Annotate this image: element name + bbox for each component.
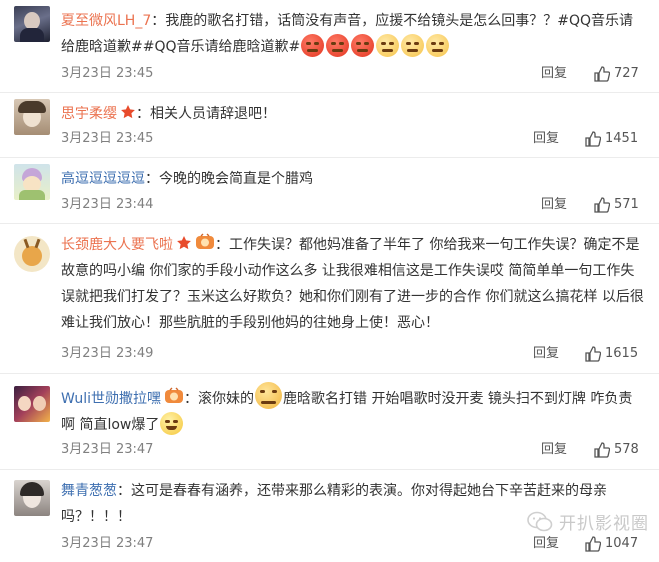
reply-button[interactable]: 回复	[541, 440, 567, 460]
comment-text: ：相关人员请辞退吧！	[136, 106, 276, 122]
like-count: 1451	[605, 131, 639, 146]
comment-meta: 3月23日 23:47 回复 578	[61, 440, 645, 460]
comment-body: 高逗逗逗逗逗：今晚的晚会简直是个腊鸡	[61, 166, 645, 192]
watermark-text: 开扒影视圈	[559, 514, 649, 534]
comment-time: 3月23日 23:45	[61, 66, 154, 81]
comment-item: 思宇柔缨 ：相关人员请辞退吧！ 3月23日 23:45 回复 1451	[0, 93, 659, 158]
emoji-angry-icon	[301, 34, 325, 57]
comment-meta: 3月23日 23:45 回复 727	[61, 64, 645, 84]
username-link[interactable]: 长颈鹿大人要飞啦	[61, 237, 173, 253]
comment-body: Wuli世勋撒拉嘿 ：滚你妹的 鹿晗歌名打错 开始唱歌时没开麦 镜头扫不到灯牌 咋负…	[61, 382, 645, 438]
comment-item: Wuli世勋撒拉嘿 ：滚你妹的 鹿晗歌名打错 开始唱歌时没开麦 镜头扫不到灯牌 咋负…	[0, 374, 659, 470]
username-link[interactable]: 思宇柔缨	[61, 106, 117, 122]
fan-badge-icon	[165, 387, 183, 403]
emoji-sad-icon	[376, 34, 400, 57]
avatar[interactable]	[14, 99, 50, 135]
like-button[interactable]: 578	[594, 440, 639, 460]
reply-button[interactable]: 回复	[533, 344, 559, 364]
like-count: 1615	[605, 346, 639, 361]
comment-time: 3月23日 23:45	[61, 131, 154, 146]
like-button[interactable]: 571	[594, 195, 639, 215]
comment-item: 夏至微风LH_7：我鹿的歌名打错，话筒没有声音，应援不给镜头是怎么回事？？#QQ…	[0, 0, 659, 93]
emoji-grimace-icon	[255, 382, 282, 409]
avatar[interactable]	[14, 480, 50, 516]
thumbs-up-icon	[594, 442, 610, 458]
thumbs-up-icon	[585, 131, 601, 147]
avatar[interactable]	[14, 236, 50, 272]
reply-button[interactable]: 回复	[541, 195, 567, 215]
thumbs-up-icon	[585, 346, 601, 362]
watermark: 开扒影视圈	[527, 509, 649, 534]
comment-time: 3月23日 23:49	[61, 346, 154, 361]
like-button[interactable]: 1047	[585, 534, 638, 554]
fan-badge-icon	[196, 233, 214, 249]
comment-body: 夏至微风LH_7：我鹿的歌名打错，话筒没有声音，应援不给镜头是怎么回事？？#QQ…	[61, 8, 645, 60]
emoji-angry-icon	[326, 34, 350, 57]
comment-item: 高逗逗逗逗逗：今晚的晚会简直是个腊鸡 3月23日 23:44 回复 571	[0, 158, 659, 224]
avatar[interactable]	[14, 164, 50, 200]
reply-button[interactable]: 回复	[533, 534, 559, 554]
comment-time: 3月23日 23:47	[61, 536, 154, 551]
comment-meta: 3月23日 23:44 回复 571	[61, 195, 645, 215]
like-button[interactable]: 727	[594, 64, 639, 84]
thumbs-up-icon	[594, 66, 610, 82]
like-button[interactable]: 1451	[585, 129, 638, 149]
wechat-icon	[527, 511, 553, 531]
comment-item: 长颈鹿大人要飞啦 ：工作失误？都他妈准备了半年了 你给我来一句工作失误？确定不是故…	[0, 224, 659, 374]
thumbs-up-icon	[594, 197, 610, 213]
like-count: 727	[614, 66, 639, 81]
avatar[interactable]	[14, 6, 50, 42]
reply-button[interactable]: 回复	[533, 129, 559, 149]
like-count: 578	[614, 442, 639, 457]
comment-text: ：今晚的晚会简直是个腊鸡	[145, 171, 313, 187]
emoji-angry-icon	[351, 34, 375, 57]
star-badge-icon	[121, 105, 135, 119]
username-link[interactable]: 夏至微风LH_7	[61, 13, 151, 29]
comment-meta: 3月23日 23:45 回复 1451	[61, 129, 645, 149]
comment-meta: 3月23日 23:47 回复 1047	[61, 534, 645, 554]
comment-time: 3月23日 23:44	[61, 197, 154, 212]
username-link[interactable]: 舞青葱葱	[61, 483, 117, 499]
comment-text: ：这可是春春有涵养，还带来那么精彩的表演。你对得起她台下辛苦赶来的母亲吗？！！！	[61, 483, 607, 525]
avatar[interactable]	[14, 386, 50, 422]
like-button[interactable]: 1615	[585, 344, 638, 364]
star-badge-icon	[177, 236, 191, 250]
comment-time: 3月23日 23:47	[61, 442, 154, 457]
emoji-sad-icon	[426, 34, 450, 57]
like-count: 1047	[605, 536, 639, 551]
reply-button[interactable]: 回复	[541, 64, 567, 84]
username-link[interactable]: Wuli世勋撒拉嘿	[61, 391, 161, 407]
thumbs-up-icon	[585, 536, 601, 552]
comment-text: ：滚你妹的	[184, 391, 254, 407]
comment-body: 长颈鹿大人要飞啦 ：工作失误？都他妈准备了半年了 你给我来一句工作失误？确定不是故…	[61, 232, 645, 336]
comment-meta: 3月23日 23:49 回复 1615	[61, 344, 645, 364]
emoji-smile-icon	[160, 412, 184, 435]
comment-body: 思宇柔缨 ：相关人员请辞退吧！	[61, 101, 645, 127]
like-count: 571	[614, 197, 639, 212]
username-link[interactable]: 高逗逗逗逗逗	[61, 171, 145, 187]
emoji-sad-icon	[401, 34, 425, 57]
